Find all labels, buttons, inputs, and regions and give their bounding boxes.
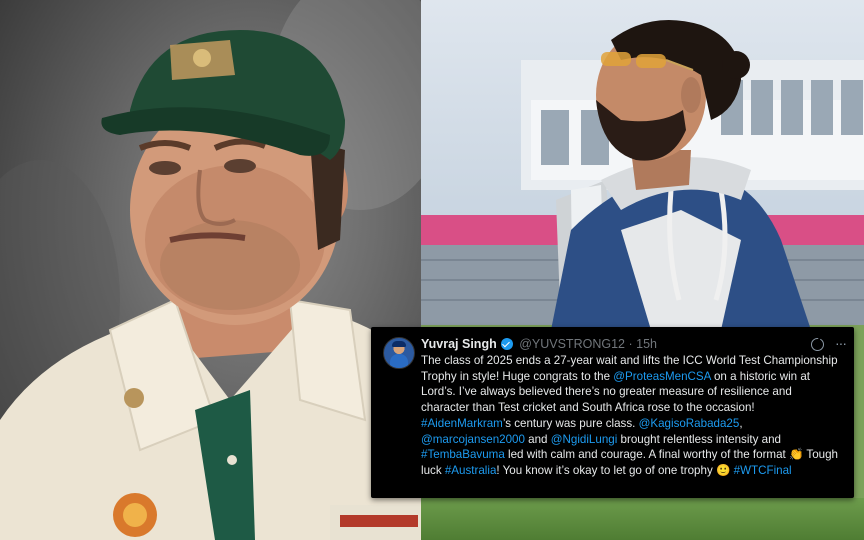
post-time[interactable]: 15h	[636, 337, 657, 351]
left-photo-illustration	[0, 0, 421, 540]
tweet-header: Yuvraj Singh @YUVSTRONG12 · 15h	[421, 337, 842, 353]
mention-marcojansen2000[interactable]: @marcojansen2000	[421, 433, 525, 446]
grok-icon[interactable]	[811, 338, 824, 351]
more-options-icon[interactable]: ···	[835, 336, 847, 350]
mention-proteasmencsa[interactable]: @ProteasMenCSA	[613, 370, 710, 383]
hashtag-tembabavuma[interactable]: #TembaBavuma	[421, 448, 505, 461]
pitch-grass	[421, 498, 864, 540]
tweet-text-part: ,	[739, 416, 743, 430]
tweet-card[interactable]: Yuvraj Singh @YUVSTRONG12 · 15h ··· The …	[371, 327, 854, 498]
header-separator: ·	[628, 337, 633, 351]
mention-ngidilungi[interactable]: @NgidiLungi	[551, 433, 618, 446]
hashtag-wtcfinal[interactable]: #WTCFinal	[734, 464, 792, 477]
tweet-text-part: ’s century was pure class.	[502, 416, 639, 430]
tweet-text-part: brought relentless intensity and	[617, 432, 781, 446]
display-name[interactable]: Yuvraj Singh	[421, 337, 497, 351]
avatar-body	[390, 354, 408, 368]
tweet-text: The class of 2025 ends a 27-year wait an…	[421, 353, 841, 479]
left-photo	[0, 0, 421, 540]
hashtag-australia[interactable]: #Australia	[445, 464, 497, 477]
verified-badge-icon	[500, 338, 513, 350]
mention-kagisorabada25[interactable]: @KagisoRabada25	[639, 417, 740, 430]
user-handle[interactable]: @YUVSTRONG12	[519, 337, 625, 351]
tweet-text-part: ! You know it’s okay to let go of one tr…	[496, 463, 734, 477]
hashtag-aidenmarkram[interactable]: #AidenMarkram	[421, 417, 503, 430]
avatar-cap	[392, 341, 406, 347]
tweet-text-part: and	[524, 432, 551, 446]
avatar[interactable]	[383, 337, 415, 369]
